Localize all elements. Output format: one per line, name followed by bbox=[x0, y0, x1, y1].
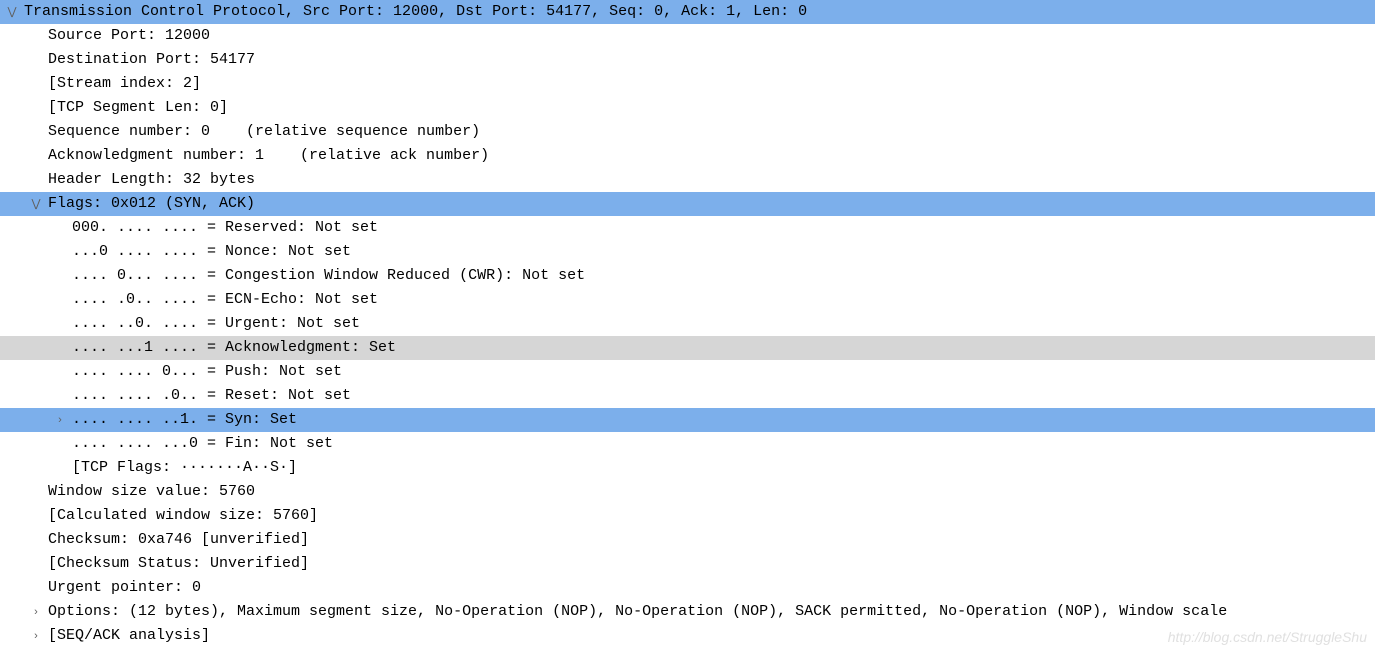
calc-win-row[interactable]: [Calculated window size: 5760] bbox=[0, 504, 1375, 528]
seqack-row[interactable]: › [SEQ/ACK analysis] bbox=[0, 624, 1375, 648]
chk-status-row[interactable]: [Checksum Status: Unverified] bbox=[0, 552, 1375, 576]
flag-cwr-row[interactable]: .... 0... .... = Congestion Window Reduc… bbox=[0, 264, 1375, 288]
hdr-len-row[interactable]: Header Length: 32 bytes bbox=[0, 168, 1375, 192]
stream-index-row[interactable]: [Stream index: 2] bbox=[0, 72, 1375, 96]
chevron-right-icon[interactable]: › bbox=[28, 624, 44, 648]
flag-nonce-text: ...0 .... .... = Nonce: Not set bbox=[72, 240, 351, 264]
win-size-text: Window size value: 5760 bbox=[48, 480, 255, 504]
flag-urg-text: .... ..0. .... = Urgent: Not set bbox=[72, 312, 360, 336]
checksum-text: Checksum: 0xa746 [unverified] bbox=[48, 528, 309, 552]
chevron-down-icon[interactable]: ⋁ bbox=[4, 0, 20, 24]
flag-str-row[interactable]: [TCP Flags: ·······A··S·] bbox=[0, 456, 1375, 480]
src-port-row[interactable]: Source Port: 12000 bbox=[0, 24, 1375, 48]
options-row[interactable]: › Options: (12 bytes), Maximum segment s… bbox=[0, 600, 1375, 624]
flag-fin-row[interactable]: .... .... ...0 = Fin: Not set bbox=[0, 432, 1375, 456]
seg-len-text: [TCP Segment Len: 0] bbox=[48, 96, 228, 120]
seg-len-row[interactable]: [TCP Segment Len: 0] bbox=[0, 96, 1375, 120]
ack-row[interactable]: Acknowledgment number: 1 (relative ack n… bbox=[0, 144, 1375, 168]
flag-urg-row[interactable]: .... ..0. .... = Urgent: Not set bbox=[0, 312, 1375, 336]
flag-ack-row[interactable]: .... ...1 .... = Acknowledgment: Set bbox=[0, 336, 1375, 360]
win-size-row[interactable]: Window size value: 5760 bbox=[0, 480, 1375, 504]
flag-syn-row[interactable]: › .... .... ..1. = Syn: Set bbox=[0, 408, 1375, 432]
flag-ecn-row[interactable]: .... .0.. .... = ECN-Echo: Not set bbox=[0, 288, 1375, 312]
hdr-len-text: Header Length: 32 bytes bbox=[48, 168, 255, 192]
flag-psh-text: .... .... 0... = Push: Not set bbox=[72, 360, 342, 384]
flags-summary-row[interactable]: ⋁ Flags: 0x012 (SYN, ACK) bbox=[0, 192, 1375, 216]
flag-psh-row[interactable]: .... .... 0... = Push: Not set bbox=[0, 360, 1375, 384]
flag-reserved-text: 000. .... .... = Reserved: Not set bbox=[72, 216, 378, 240]
flag-nonce-row[interactable]: ...0 .... .... = Nonce: Not set bbox=[0, 240, 1375, 264]
seqack-text: [SEQ/ACK analysis] bbox=[48, 624, 210, 648]
src-port-text: Source Port: 12000 bbox=[48, 24, 210, 48]
flag-rst-text: .... .... .0.. = Reset: Not set bbox=[72, 384, 351, 408]
options-text: Options: (12 bytes), Maximum segment siz… bbox=[48, 600, 1227, 624]
chevron-right-icon[interactable]: › bbox=[28, 600, 44, 624]
dst-port-text: Destination Port: 54177 bbox=[48, 48, 255, 72]
ack-text: Acknowledgment number: 1 (relative ack n… bbox=[48, 144, 489, 168]
chevron-down-icon[interactable]: ⋁ bbox=[28, 192, 44, 216]
chevron-right-icon[interactable]: › bbox=[52, 408, 68, 432]
checksum-row[interactable]: Checksum: 0xa746 [unverified] bbox=[0, 528, 1375, 552]
seq-row[interactable]: Sequence number: 0 (relative sequence nu… bbox=[0, 120, 1375, 144]
flag-rst-row[interactable]: .... .... .0.. = Reset: Not set bbox=[0, 384, 1375, 408]
tcp-header-text: Transmission Control Protocol, Src Port:… bbox=[24, 0, 807, 24]
flag-cwr-text: .... 0... .... = Congestion Window Reduc… bbox=[72, 264, 585, 288]
flag-reserved-row[interactable]: 000. .... .... = Reserved: Not set bbox=[0, 216, 1375, 240]
tcp-header-row[interactable]: ⋁ Transmission Control Protocol, Src Por… bbox=[0, 0, 1375, 24]
packet-details-tree[interactable]: ⋁ Transmission Control Protocol, Src Por… bbox=[0, 0, 1375, 648]
flags-summary-text: Flags: 0x012 (SYN, ACK) bbox=[48, 192, 255, 216]
chk-status-text: [Checksum Status: Unverified] bbox=[48, 552, 309, 576]
flag-str-text: [TCP Flags: ·······A··S·] bbox=[72, 456, 297, 480]
calc-win-text: [Calculated window size: 5760] bbox=[48, 504, 318, 528]
seq-text: Sequence number: 0 (relative sequence nu… bbox=[48, 120, 480, 144]
urg-ptr-text: Urgent pointer: 0 bbox=[48, 576, 201, 600]
flag-fin-text: .... .... ...0 = Fin: Not set bbox=[72, 432, 333, 456]
stream-index-text: [Stream index: 2] bbox=[48, 72, 201, 96]
flag-syn-text: .... .... ..1. = Syn: Set bbox=[72, 408, 297, 432]
flag-ecn-text: .... .0.. .... = ECN-Echo: Not set bbox=[72, 288, 378, 312]
urg-ptr-row[interactable]: Urgent pointer: 0 bbox=[0, 576, 1375, 600]
dst-port-row[interactable]: Destination Port: 54177 bbox=[0, 48, 1375, 72]
flag-ack-text: .... ...1 .... = Acknowledgment: Set bbox=[72, 336, 396, 360]
